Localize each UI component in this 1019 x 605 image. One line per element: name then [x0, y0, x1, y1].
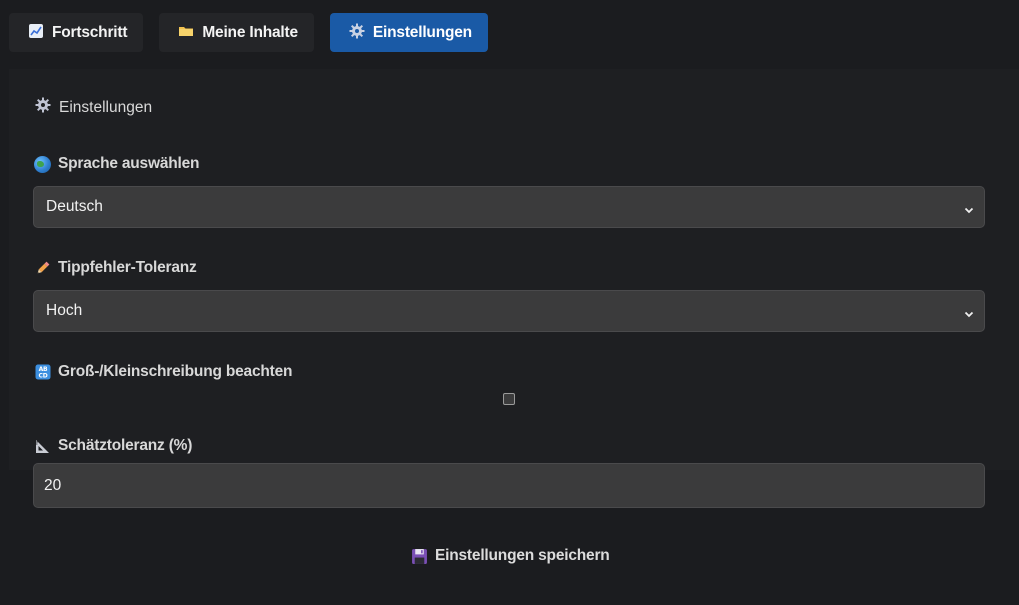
pencil-icon — [34, 260, 51, 277]
case-sensitive-label-text: Groß-/Kleinschreibung beachten — [58, 363, 293, 380]
language-label: Sprache auswählen — [34, 155, 200, 173]
tab-label: Einstellungen — [372, 23, 472, 41]
chart-icon — [27, 23, 45, 42]
language-select-value: Deutsch — [46, 198, 103, 215]
estimate-tolerance-value: 20 — [44, 476, 62, 494]
tab-einstellungen[interactable]: Einstellungen — [329, 13, 488, 52]
language-label-text: Sprache auswählen — [58, 155, 200, 172]
tab-meine-inhalte[interactable]: Meine Inhalte — [159, 13, 314, 52]
estimate-tolerance-input[interactable]: 20 — [33, 463, 985, 508]
abcd-icon: AB CD — [34, 364, 51, 381]
save-settings-label: Einstellungen speichern — [435, 547, 610, 564]
language-select[interactable]: Deutsch — [33, 186, 985, 228]
typo-tolerance-label: Tippfehler-Toleranz — [34, 259, 197, 277]
estimate-tolerance-label-text: Schätztoleranz (%) — [58, 437, 193, 454]
typo-tolerance-select[interactable]: Hoch — [33, 290, 985, 332]
panel-title: Einstellungen — [35, 97, 152, 118]
chevron-down-icon — [964, 306, 974, 318]
gear-icon — [35, 97, 53, 118]
folder-icon — [177, 23, 195, 42]
tab-label: Fortschritt — [52, 23, 128, 41]
svg-text:CD: CD — [38, 372, 47, 379]
triangle-ruler-icon — [34, 438, 51, 455]
panel-title-text: Einstellungen — [59, 98, 153, 116]
chevron-down-icon — [964, 202, 974, 214]
typo-tolerance-label-text: Tippfehler-Toleranz — [58, 259, 197, 276]
estimate-tolerance-label: Schätztoleranz (%) — [34, 437, 192, 455]
case-sensitive-checkbox[interactable] — [503, 393, 515, 405]
tab-label: Meine Inhalte — [202, 23, 298, 41]
gear-icon — [348, 23, 366, 42]
typo-tolerance-select-value: Hoch — [46, 302, 83, 319]
floppy-disk-icon — [411, 548, 428, 565]
tab-fortschritt[interactable]: Fortschritt — [9, 13, 144, 52]
case-sensitive-label: AB CD Groß-/Kleinschreibung beachten — [34, 363, 292, 381]
globe-icon — [34, 155, 51, 173]
tab-bar: Fortschritt Meine Inhalte Einstellungen — [9, 13, 488, 52]
save-settings-button[interactable]: Einstellungen speichern — [411, 545, 610, 567]
